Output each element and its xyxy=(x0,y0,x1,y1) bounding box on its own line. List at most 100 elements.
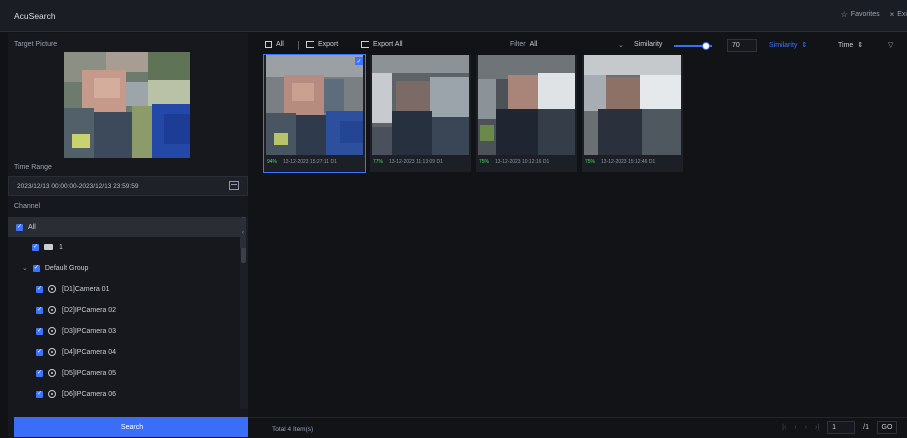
camera-icon xyxy=(48,348,56,356)
collapse-panel-button[interactable]: ‹ xyxy=(240,218,246,248)
checkbox-checked-icon[interactable]: ✓ xyxy=(36,390,43,398)
result-caption: 77% 13-12-2023 11:13:09 D1 xyxy=(373,159,443,165)
page-input[interactable]: 1 xyxy=(827,421,856,434)
target-picture-label: Target Picture xyxy=(14,41,58,48)
checkbox-checked-icon[interactable]: ✓ xyxy=(36,306,43,314)
filter-label: Filter xyxy=(510,41,526,48)
result-card[interactable]: 75% 13-12-2023 10:12:16 D1 xyxy=(476,55,577,172)
checkbox-checked-icon[interactable]: ✓ xyxy=(36,285,43,293)
exit-label: Exi xyxy=(897,11,907,18)
checkbox-checked-icon[interactable]: ✓ xyxy=(32,243,39,251)
pagination: |‹ ‹ › ›| 1 /1 GO xyxy=(782,421,897,434)
result-card[interactable]: 77% 13-12-2023 11:13:09 D1 xyxy=(370,55,471,172)
go-button[interactable]: GO xyxy=(877,421,897,434)
channel-label: Channel xyxy=(14,203,41,210)
result-card[interactable]: ✓ 94% 13-12-2023 15:27:11 D1 xyxy=(263,54,366,173)
tree-item-camera[interactable]: ✓ [D5]IPCamera 05 xyxy=(8,363,240,383)
channel-tree: ✓ All ✓ 1 ⌄ ✓ Default Group ✓ [D1]Camera… xyxy=(8,217,240,409)
close-icon: × xyxy=(889,10,895,19)
tree-item-camera[interactable]: ✓ [D1]Camera 01 xyxy=(8,279,240,299)
result-timestamp: 13-12-2023 15:27:11 D1 xyxy=(283,159,337,165)
app-title: AcuSearch xyxy=(14,11,56,21)
tree-item-label: [D4]IPCamera 04 xyxy=(62,348,117,356)
time-range-field[interactable]: 2023/12/13 00:00:00-2023/12/13 23:59:59 xyxy=(8,176,248,196)
export-all-button[interactable]: Export All xyxy=(361,41,403,48)
similarity-label: Similarity xyxy=(634,41,663,48)
left-panel: Target Picture Time Range 2023/12/13 00:… xyxy=(8,33,250,438)
sort-time-button[interactable]: Time ⇕ xyxy=(838,41,864,50)
similarity-percent: 94% xyxy=(267,159,278,165)
select-all-label: All xyxy=(276,41,284,48)
chevron-down-icon[interactable]: ⌄ xyxy=(22,264,28,272)
results-panel: All Export Export All Filter All ⌄ Simil… xyxy=(248,33,907,438)
result-timestamp: 13-12-2023 15:12:46 D1 xyxy=(601,159,656,165)
camera-icon xyxy=(48,327,56,335)
tree-item-label: Default Group xyxy=(44,264,89,272)
filter-funnel-icon[interactable]: ▽ xyxy=(888,41,893,49)
result-image[interactable] xyxy=(584,55,681,155)
similarity-input[interactable]: 70 xyxy=(727,39,757,52)
target-picture[interactable] xyxy=(64,52,190,158)
result-caption: 75% 13-12-2023 10:12:16 D1 xyxy=(479,159,549,165)
result-image[interactable] xyxy=(266,55,363,155)
result-caption: 94% 13-12-2023 15:27:11 D1 xyxy=(267,159,337,165)
sort-time-label: Time xyxy=(838,41,854,49)
prev-page-icon[interactable]: ‹ xyxy=(794,424,796,431)
result-image[interactable] xyxy=(478,55,575,155)
export-all-label: Export All xyxy=(373,41,403,48)
favorites-button[interactable]: ☆ Favorites xyxy=(841,10,880,19)
result-timestamp: 13-12-2023 10:12:16 D1 xyxy=(495,159,550,165)
sort-icon: ⇕ xyxy=(801,42,808,49)
total-count: Total 4 Item(s) xyxy=(272,426,314,433)
checkbox-checked-icon[interactable]: ✓ xyxy=(36,327,43,335)
tree-item-label: [D6]IPCamera 06 xyxy=(62,390,117,398)
checkbox-checked-icon[interactable]: ✓ xyxy=(16,223,23,231)
selected-check-icon[interactable]: ✓ xyxy=(355,57,363,65)
select-all-checkbox[interactable]: All xyxy=(265,41,284,48)
page-total: /1 xyxy=(863,424,869,431)
tree-item-camera[interactable]: ✓ [D6]IPCamera 06 xyxy=(8,384,240,404)
export-label: Export xyxy=(318,41,339,48)
exit-button[interactable]: × Exi xyxy=(890,10,907,19)
export-icon xyxy=(306,41,314,48)
sort-icon: ⇕ xyxy=(857,42,864,49)
calendar-icon[interactable] xyxy=(229,181,239,190)
tree-item-all[interactable]: ✓ All xyxy=(8,217,240,237)
filter-value: All xyxy=(529,41,538,48)
checkbox-checked-icon[interactable]: ✓ xyxy=(36,369,43,377)
tree-item-label: 1 xyxy=(59,243,63,251)
similarity-slider-handle[interactable] xyxy=(702,42,710,50)
checkbox-checked-icon[interactable]: ✓ xyxy=(36,348,43,356)
last-page-icon[interactable]: ›| xyxy=(815,424,819,431)
tree-item-label: All xyxy=(28,223,36,231)
filter-select[interactable]: Filter All xyxy=(510,41,537,48)
first-page-icon[interactable]: |‹ xyxy=(782,424,786,431)
time-range-value: 2023/12/13 00:00:00-2023/12/13 23:59:59 xyxy=(17,183,139,190)
checkbox-checked-icon[interactable]: ✓ xyxy=(32,264,40,272)
folder-icon xyxy=(44,244,53,250)
top-actions: ☆ Favorites × Exi xyxy=(841,10,907,19)
tree-item-camera[interactable]: ✓ [D3]IPCamera 03 xyxy=(8,321,240,341)
tree-item-label: [D2]IPCamera 02 xyxy=(62,306,117,314)
export-button[interactable]: Export xyxy=(306,41,338,48)
tree-item-1[interactable]: ✓ 1 xyxy=(8,237,240,257)
tree-item-camera[interactable]: ✓ [D2]IPCamera 02 xyxy=(8,300,240,320)
tree-item-camera[interactable]: ✓ [D4]IPCamera 04 xyxy=(8,342,240,362)
similarity-percent: 77% xyxy=(373,159,384,165)
favorites-label: Favorites xyxy=(850,11,880,18)
chevron-down-icon[interactable]: ⌄ xyxy=(618,41,624,49)
similarity-percent: 75% xyxy=(585,159,596,165)
tree-item-default-group[interactable]: ⌄ ✓ Default Group xyxy=(8,258,240,278)
sort-similarity-button[interactable]: Similarity ⇕ xyxy=(769,41,808,50)
search-button[interactable]: Search xyxy=(14,417,250,437)
tree-item-label: [D5]IPCamera 05 xyxy=(62,369,117,377)
camera-icon xyxy=(48,285,56,293)
tree-item-label: [D3]IPCamera 03 xyxy=(62,327,117,335)
tree-item-label: [D1]Camera 01 xyxy=(62,285,110,293)
similarity-percent: 75% xyxy=(479,159,490,165)
result-image[interactable] xyxy=(372,55,469,155)
next-page-icon[interactable]: › xyxy=(805,424,807,431)
toolbar-divider xyxy=(298,41,299,50)
result-card[interactable]: 75% 13-12-2023 15:12:46 D1 xyxy=(582,55,683,172)
checkbox-unchecked-icon[interactable] xyxy=(265,41,272,48)
